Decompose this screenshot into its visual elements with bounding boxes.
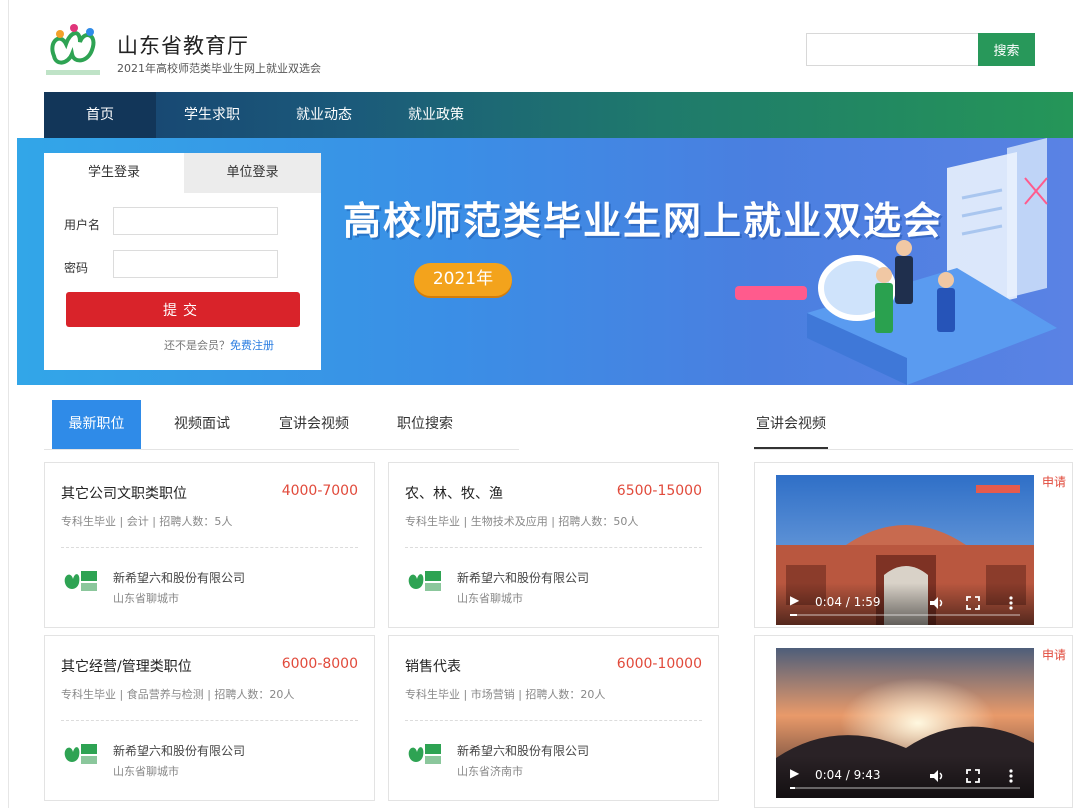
nav-item-home[interactable]: 首页 [44, 92, 156, 138]
site-subtitle: 2021年高校师范类毕业生网上就业双选会 [117, 62, 321, 75]
site-title: 山东省教育厅 [117, 34, 249, 58]
job-card[interactable]: 销售代表 6000-10000 专科生毕业 | 市场营销 | 招聘人数：20人 … [388, 635, 719, 801]
job-tab-bar: 最新职位 视频面试 宣讲会视频 职位搜索 [44, 400, 519, 450]
video-progress-fill [790, 614, 797, 616]
company-name[interactable]: 新希望六和股份有限公司 [113, 569, 245, 586]
job-title[interactable]: 农、林、牧、渔 [405, 483, 503, 503]
company-location: 山东省聊城市 [457, 592, 523, 605]
video-card: ▶ 0:04 / 1:59 申请 [754, 462, 1073, 628]
fullscreen-icon[interactable] [966, 769, 980, 783]
tab-latest-jobs[interactable]: 最新职位 [52, 400, 141, 449]
company-location: 山东省济南市 [457, 765, 523, 778]
job-meta: 专科生毕业 | 市场营销 | 招聘人数：20人 [405, 688, 606, 701]
education-logo-icon [46, 24, 100, 75]
video-player[interactable]: ▶ 0:04 / 1:59 [776, 475, 1034, 625]
nav-item-employment-policy[interactable]: 就业政策 [380, 92, 492, 138]
video-section-title[interactable]: 宣讲会视频 [754, 400, 828, 449]
video-controls: ▶ 0:04 / 9:43 [776, 756, 1034, 798]
site-header: 山东省教育厅 2021年高校师范类毕业生网上就业双选会 搜索 [0, 0, 1073, 92]
main-nav: 首页 学生求职 就业动态 就业政策 [44, 92, 1073, 138]
job-title[interactable]: 其它公司文职类职位 [61, 483, 187, 503]
video-progress-track[interactable] [790, 614, 1020, 616]
company-logo-icon [64, 744, 97, 764]
register-link[interactable]: 免费注册 [230, 339, 274, 352]
play-icon[interactable]: ▶ [790, 766, 804, 784]
card-divider [61, 720, 358, 721]
job-salary: 6500-15000 [616, 483, 702, 499]
apply-link[interactable]: 申请 [1042, 646, 1066, 663]
video-time: 0:04 / 1:59 [815, 595, 881, 609]
video-section-header: 宣讲会视频 [754, 400, 1073, 450]
username-field[interactable] [113, 207, 278, 235]
company-name[interactable]: 新希望六和股份有限公司 [113, 742, 245, 759]
job-meta: 专科生毕业 | 会计 | 招聘人数：5人 [61, 515, 233, 528]
more-options-icon[interactable] [1008, 768, 1014, 784]
job-salary: 4000-7000 [281, 483, 358, 499]
video-progress-fill [790, 787, 795, 789]
card-divider [405, 547, 702, 548]
job-meta: 专科生毕业 | 食品营养与检测 | 招聘人数：20人 [61, 688, 295, 701]
card-divider [405, 720, 702, 721]
tab-presentation-videos[interactable]: 宣讲会视频 [264, 400, 364, 449]
left-page-rule [8, 0, 9, 808]
video-controls: ▶ 0:04 / 1:59 [776, 583, 1034, 625]
job-card[interactable]: 其它公司文职类职位 4000-7000 专科生毕业 | 会计 | 招聘人数：5人… [44, 462, 375, 628]
job-fair-illustration-icon [735, 138, 1057, 385]
search-button[interactable]: 搜索 [978, 33, 1035, 66]
video-card: ▶ 0:04 / 9:43 申请 [754, 635, 1073, 808]
job-card[interactable]: 其它经营/管理类职位 6000-8000 专科生毕业 | 食品营养与检测 | 招… [44, 635, 375, 801]
tab-student-login[interactable]: 学生登录 [44, 153, 184, 193]
password-label: 密码 [64, 261, 89, 275]
video-progress-track[interactable] [790, 787, 1020, 789]
tab-company-login[interactable]: 单位登录 [184, 153, 321, 193]
video-time: 0:04 / 9:43 [815, 768, 881, 782]
register-prompt: 还不是会员？免费注册 [164, 337, 274, 353]
job-salary: 6000-10000 [616, 656, 702, 672]
card-divider [61, 547, 358, 548]
job-meta: 专科生毕业 | 生物技术及应用 | 招聘人数：50人 [405, 515, 639, 528]
apply-link[interactable]: 申请 [1042, 473, 1066, 490]
job-card[interactable]: 农、林、牧、渔 6500-15000 专科生毕业 | 生物技术及应用 | 招聘人… [388, 462, 719, 628]
job-salary: 6000-8000 [281, 656, 358, 672]
nav-item-employment-news[interactable]: 就业动态 [268, 92, 380, 138]
tab-video-interview[interactable]: 视频面试 [156, 400, 248, 449]
company-logo-icon [408, 744, 441, 764]
password-field[interactable] [113, 250, 278, 278]
company-logo-icon [408, 571, 441, 591]
search-input[interactable] [806, 33, 978, 66]
company-name[interactable]: 新希望六和股份有限公司 [457, 569, 589, 586]
tab-job-search[interactable]: 职位搜索 [379, 400, 471, 449]
more-options-icon[interactable] [1008, 595, 1014, 611]
job-title[interactable]: 销售代表 [405, 656, 461, 676]
username-label: 用户名 [64, 218, 101, 232]
volume-icon[interactable] [928, 595, 944, 611]
video-player[interactable]: ▶ 0:04 / 9:43 [776, 648, 1034, 798]
banner-year-badge: 2021年 [414, 263, 512, 296]
company-location: 山东省聊城市 [113, 765, 179, 778]
company-logo-icon [64, 571, 97, 591]
nav-item-student-jobs[interactable]: 学生求职 [156, 92, 268, 138]
play-icon[interactable]: ▶ [790, 593, 804, 611]
job-title[interactable]: 其它经营/管理类职位 [61, 656, 192, 676]
submit-button[interactable]: 提交 [66, 292, 300, 327]
volume-icon[interactable] [928, 768, 944, 784]
company-name[interactable]: 新希望六和股份有限公司 [457, 742, 589, 759]
login-panel: 学生登录 单位登录 用户名 密码 提交 还不是会员？免费注册 [44, 153, 321, 370]
fullscreen-icon[interactable] [966, 596, 980, 610]
register-prefix: 还不是会员？ [164, 339, 230, 352]
company-location: 山东省聊城市 [113, 592, 179, 605]
